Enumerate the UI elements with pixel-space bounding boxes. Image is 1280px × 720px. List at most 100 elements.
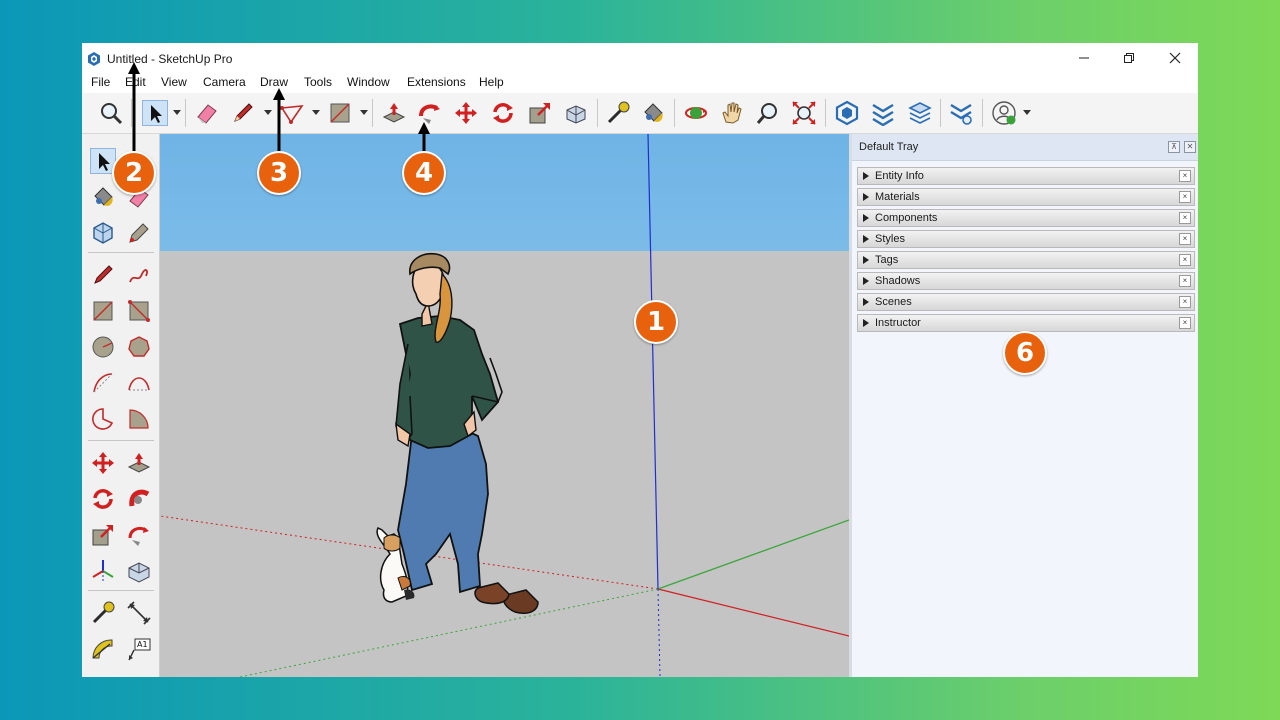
restore-button[interactable] [1109, 47, 1149, 69]
follow-me-button[interactable] [417, 100, 443, 126]
left-axes-button[interactable] [90, 558, 116, 584]
tray-panel-entity-info[interactable]: Entity Info × [857, 167, 1195, 185]
tape-measure-button[interactable] [605, 100, 631, 126]
menu-window[interactable]: Window [347, 75, 390, 89]
left-paint-bucket-button[interactable] [90, 184, 116, 210]
paint-bucket-button[interactable] [640, 100, 666, 126]
left-dimension-button[interactable] [126, 600, 152, 626]
expand-arrow-icon[interactable] [863, 256, 869, 264]
callout-badge-6: 6 [1003, 331, 1047, 375]
expand-arrow-icon[interactable] [863, 235, 869, 243]
left-rotate-button[interactable] [90, 486, 116, 512]
menu-view[interactable]: View [161, 75, 187, 89]
left-tape-measure-button[interactable] [90, 600, 116, 626]
chevron-down-icon[interactable] [1023, 110, 1031, 116]
menu-draw[interactable]: Draw [260, 75, 288, 89]
left-arc-button[interactable] [90, 370, 116, 396]
scale-button[interactable] [527, 100, 553, 126]
panel-close-icon[interactable]: × [1179, 317, 1191, 329]
left-two-point-arc-button[interactable] [126, 370, 152, 396]
minimize-button[interactable] [1064, 47, 1104, 69]
layout-button[interactable] [907, 100, 933, 126]
select-button[interactable] [142, 100, 168, 126]
tray-panel-shadows[interactable]: Shadows × [857, 272, 1195, 290]
menu-edit[interactable]: Edit [125, 75, 146, 89]
account-icon [992, 101, 1016, 125]
left-protractor-button[interactable] [90, 636, 116, 662]
left-component-button[interactable] [90, 220, 116, 246]
close-button[interactable] [1155, 47, 1195, 69]
left-follow-me-button[interactable] [126, 486, 152, 512]
scene-canvas [160, 134, 849, 677]
left-rectangle-button[interactable] [90, 298, 116, 324]
left-scale-button[interactable] [90, 522, 116, 548]
tray-panel-styles[interactable]: Styles × [857, 230, 1195, 248]
expand-arrow-icon[interactable] [863, 277, 869, 285]
menu-camera[interactable]: Camera [203, 75, 246, 89]
tray-panel-materials[interactable]: Materials × [857, 188, 1195, 206]
eraser-button[interactable] [194, 100, 220, 126]
left-push-pull-button[interactable] [126, 450, 152, 476]
left-tag-button[interactable] [126, 220, 152, 246]
tray-pin-button[interactable]: ⊼ [1168, 141, 1180, 153]
expand-arrow-icon[interactable] [863, 298, 869, 306]
panel-close-icon[interactable]: × [1179, 191, 1191, 203]
left-pie-button[interactable] [90, 406, 116, 432]
left-polygon-button[interactable] [126, 334, 152, 360]
menu-file[interactable]: File [91, 75, 110, 89]
chevron-down-icon[interactable] [264, 110, 272, 116]
3d-warehouse-button[interactable] [834, 100, 860, 126]
chevron-down-icon[interactable] [312, 110, 320, 116]
chevron-down-icon[interactable] [360, 110, 368, 116]
extension-warehouse-button[interactable] [870, 100, 896, 126]
restore-icon [1124, 53, 1134, 63]
dimension-icon [127, 601, 151, 625]
panel-close-icon[interactable]: × [1179, 170, 1191, 182]
expand-arrow-icon[interactable] [863, 193, 869, 201]
panel-close-icon[interactable]: × [1179, 254, 1191, 266]
expand-arrow-icon[interactable] [863, 319, 869, 327]
left-move-button[interactable] [90, 450, 116, 476]
left-circle-button[interactable] [90, 334, 116, 360]
left-offset-button[interactable] [126, 522, 152, 548]
pan-button[interactable] [719, 100, 745, 126]
push-pull-button[interactable] [381, 100, 407, 126]
menu-extensions[interactable]: Extensions [407, 75, 466, 89]
tray-panel-tags[interactable]: Tags × [857, 251, 1195, 269]
panel-close-icon[interactable]: × [1179, 275, 1191, 287]
left-text-button[interactable]: A1 [126, 636, 152, 662]
rectangle-button[interactable] [327, 100, 353, 126]
panel-close-icon[interactable]: × [1179, 296, 1191, 308]
menu-help[interactable]: Help [479, 75, 504, 89]
zoom-button[interactable] [98, 100, 124, 126]
zoom-tool-button[interactable] [755, 100, 781, 126]
menu-tools[interactable]: Tools [304, 75, 332, 89]
left-freehand-button[interactable] [126, 262, 152, 288]
orbit-button[interactable] [683, 100, 709, 126]
left-three-point-arc-button[interactable] [126, 406, 152, 432]
extension-manager-button[interactable] [948, 100, 974, 126]
chevron-down-icon[interactable] [173, 110, 181, 116]
left-line-button[interactable] [90, 262, 116, 288]
tray-close-button[interactable]: ✕ [1184, 141, 1196, 153]
tray-panel-scenes[interactable]: Scenes × [857, 293, 1195, 311]
offset-button[interactable] [563, 100, 589, 126]
account-button[interactable] [991, 100, 1017, 126]
pencil-button[interactable] [230, 100, 256, 126]
tray-panel-instructor[interactable]: Instructor × [857, 314, 1195, 332]
move-button[interactable] [453, 100, 479, 126]
freehand-button[interactable] [279, 100, 305, 126]
zoom-extents-button[interactable] [791, 100, 817, 126]
tray-panel-components[interactable]: Components × [857, 209, 1195, 227]
rectangle-icon [93, 301, 113, 321]
expand-arrow-icon[interactable] [863, 214, 869, 222]
expand-arrow-icon[interactable] [863, 172, 869, 180]
panel-close-icon[interactable]: × [1179, 233, 1191, 245]
pin-icon: ⊼ [1171, 142, 1177, 151]
rotate-button[interactable] [490, 100, 516, 126]
panel-close-icon[interactable]: × [1179, 212, 1191, 224]
left-rotated-rectangle-button[interactable] [126, 298, 152, 324]
rotated-rectangle-icon [128, 300, 150, 322]
drawing-area[interactable] [160, 134, 849, 677]
left-section-button[interactable] [126, 558, 152, 584]
